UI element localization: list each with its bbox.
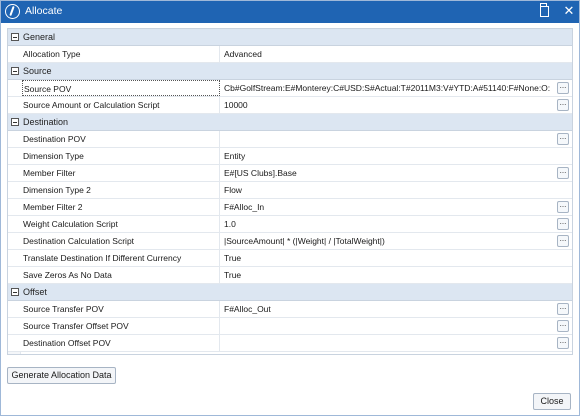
section-header-general[interactable]: General (8, 29, 572, 46)
section-label: General (23, 32, 56, 42)
property-value[interactable]: F#Alloc_Out (223, 301, 555, 317)
property-row[interactable]: Source POV Cb#GolfStream:E#Monterey:C#USD… (8, 80, 572, 97)
property-row[interactable]: Source Amount or Calculation Script 10000… (8, 97, 572, 114)
property-name: Source POV (22, 80, 220, 96)
section-header-source[interactable]: Source (8, 63, 572, 80)
property-value[interactable]: Entity (223, 148, 555, 164)
property-name: Source Amount or Calculation Script (22, 97, 220, 113)
property-name: Member Filter (22, 165, 220, 181)
property-row[interactable]: Source Transfer POV F#Alloc_Out... (8, 301, 572, 318)
property-name: Destination POV (22, 131, 220, 147)
property-row[interactable]: Destination POV... (8, 131, 572, 148)
property-value[interactable]: Advanced (223, 46, 555, 62)
ellipsis-button[interactable]: ... (557, 337, 569, 349)
property-value[interactable] (223, 131, 555, 147)
property-value[interactable]: |SourceAmount| * (|Weight| / |TotalWeigh… (223, 233, 555, 249)
property-row[interactable]: Dimension Type Entity (8, 148, 572, 165)
property-name: Allocation Type (22, 46, 220, 62)
ellipsis-button[interactable]: ... (557, 218, 569, 230)
section-label: Offset (23, 287, 47, 297)
ellipsis-button[interactable]: ... (557, 235, 569, 247)
maximize-icon[interactable] (540, 3, 549, 17)
property-name: Dimension Type (22, 148, 220, 164)
property-row[interactable]: Member Filter 2 F#Alloc_In... (8, 199, 572, 216)
property-row[interactable]: Save Zeros As No Data True (8, 267, 572, 284)
section-header-offset[interactable]: Offset (8, 284, 572, 301)
title-bar: Allocate ✕ (1, 1, 579, 23)
app-logo-icon (5, 4, 20, 19)
property-value[interactable]: 1.0 (223, 216, 555, 232)
collapse-minus-icon[interactable] (11, 288, 19, 296)
property-name: Destination Calculation Script (22, 233, 220, 249)
close-icon[interactable]: ✕ (562, 4, 576, 18)
property-value[interactable] (223, 335, 555, 351)
property-value[interactable] (223, 318, 555, 334)
section-label: Source (23, 66, 52, 76)
property-name: Save Zeros As No Data (22, 267, 220, 283)
property-row[interactable]: Destination Calculation Script |SourceAmo… (8, 233, 572, 250)
ellipsis-button[interactable]: ... (557, 303, 569, 315)
collapse-minus-icon[interactable] (11, 67, 19, 75)
allocate-dialog: Allocate ✕ General Allocation Type Advance… (0, 0, 580, 416)
property-name: Weight Calculation Script (22, 216, 220, 232)
ellipsis-button[interactable]: ... (557, 82, 569, 94)
property-value[interactable]: True (223, 267, 555, 283)
property-value[interactable]: Flow (223, 182, 555, 198)
generate-allocation-data-button[interactable]: Generate Allocation Data (7, 367, 116, 384)
ellipsis-button[interactable]: ... (557, 320, 569, 332)
property-value[interactable]: E#[US Clubs].Base (223, 165, 555, 181)
property-value[interactable]: F#Alloc_In (223, 199, 555, 215)
window-title: Allocate (25, 5, 63, 17)
ellipsis-button[interactable]: ... (557, 133, 569, 145)
property-row[interactable]: Destination Offset POV... (8, 335, 572, 352)
ellipsis-button[interactable]: ... (557, 167, 569, 179)
property-row[interactable]: Weight Calculation Script 1.0... (8, 216, 572, 233)
property-name: Source Transfer Offset POV (22, 318, 220, 334)
property-name: Dimension Type 2 (22, 182, 220, 198)
property-name: Translate Destination If Different Curre… (22, 250, 220, 266)
property-row[interactable]: Dimension Type 2 Flow (8, 182, 572, 199)
property-value[interactable]: True (223, 250, 555, 266)
property-row[interactable]: Member Filter E#[US Clubs].Base... (8, 165, 572, 182)
property-row[interactable]: Translate Destination If Different Curre… (8, 250, 572, 267)
section-label: Destination (23, 117, 69, 127)
section-header-destination[interactable]: Destination (8, 114, 572, 131)
property-name: Source Transfer POV (22, 301, 220, 317)
collapse-minus-icon[interactable] (11, 33, 19, 41)
property-grid: General Allocation Type Advanced Source Sour… (7, 28, 573, 355)
ellipsis-button[interactable]: ... (557, 201, 569, 213)
close-button[interactable]: Close (533, 393, 571, 410)
property-row[interactable]: Allocation Type Advanced (8, 46, 572, 63)
collapse-minus-icon[interactable] (11, 118, 19, 126)
property-row[interactable]: Source Transfer Offset POV... (8, 318, 572, 335)
property-name: Destination Offset POV (22, 335, 220, 351)
property-value[interactable]: Cb#GolfStream:E#Monterey:C#USD:S#Actual:… (223, 80, 555, 96)
ellipsis-button[interactable]: ... (557, 99, 569, 111)
property-value[interactable]: 10000 (223, 97, 555, 113)
property-name: Member Filter 2 (22, 199, 220, 215)
